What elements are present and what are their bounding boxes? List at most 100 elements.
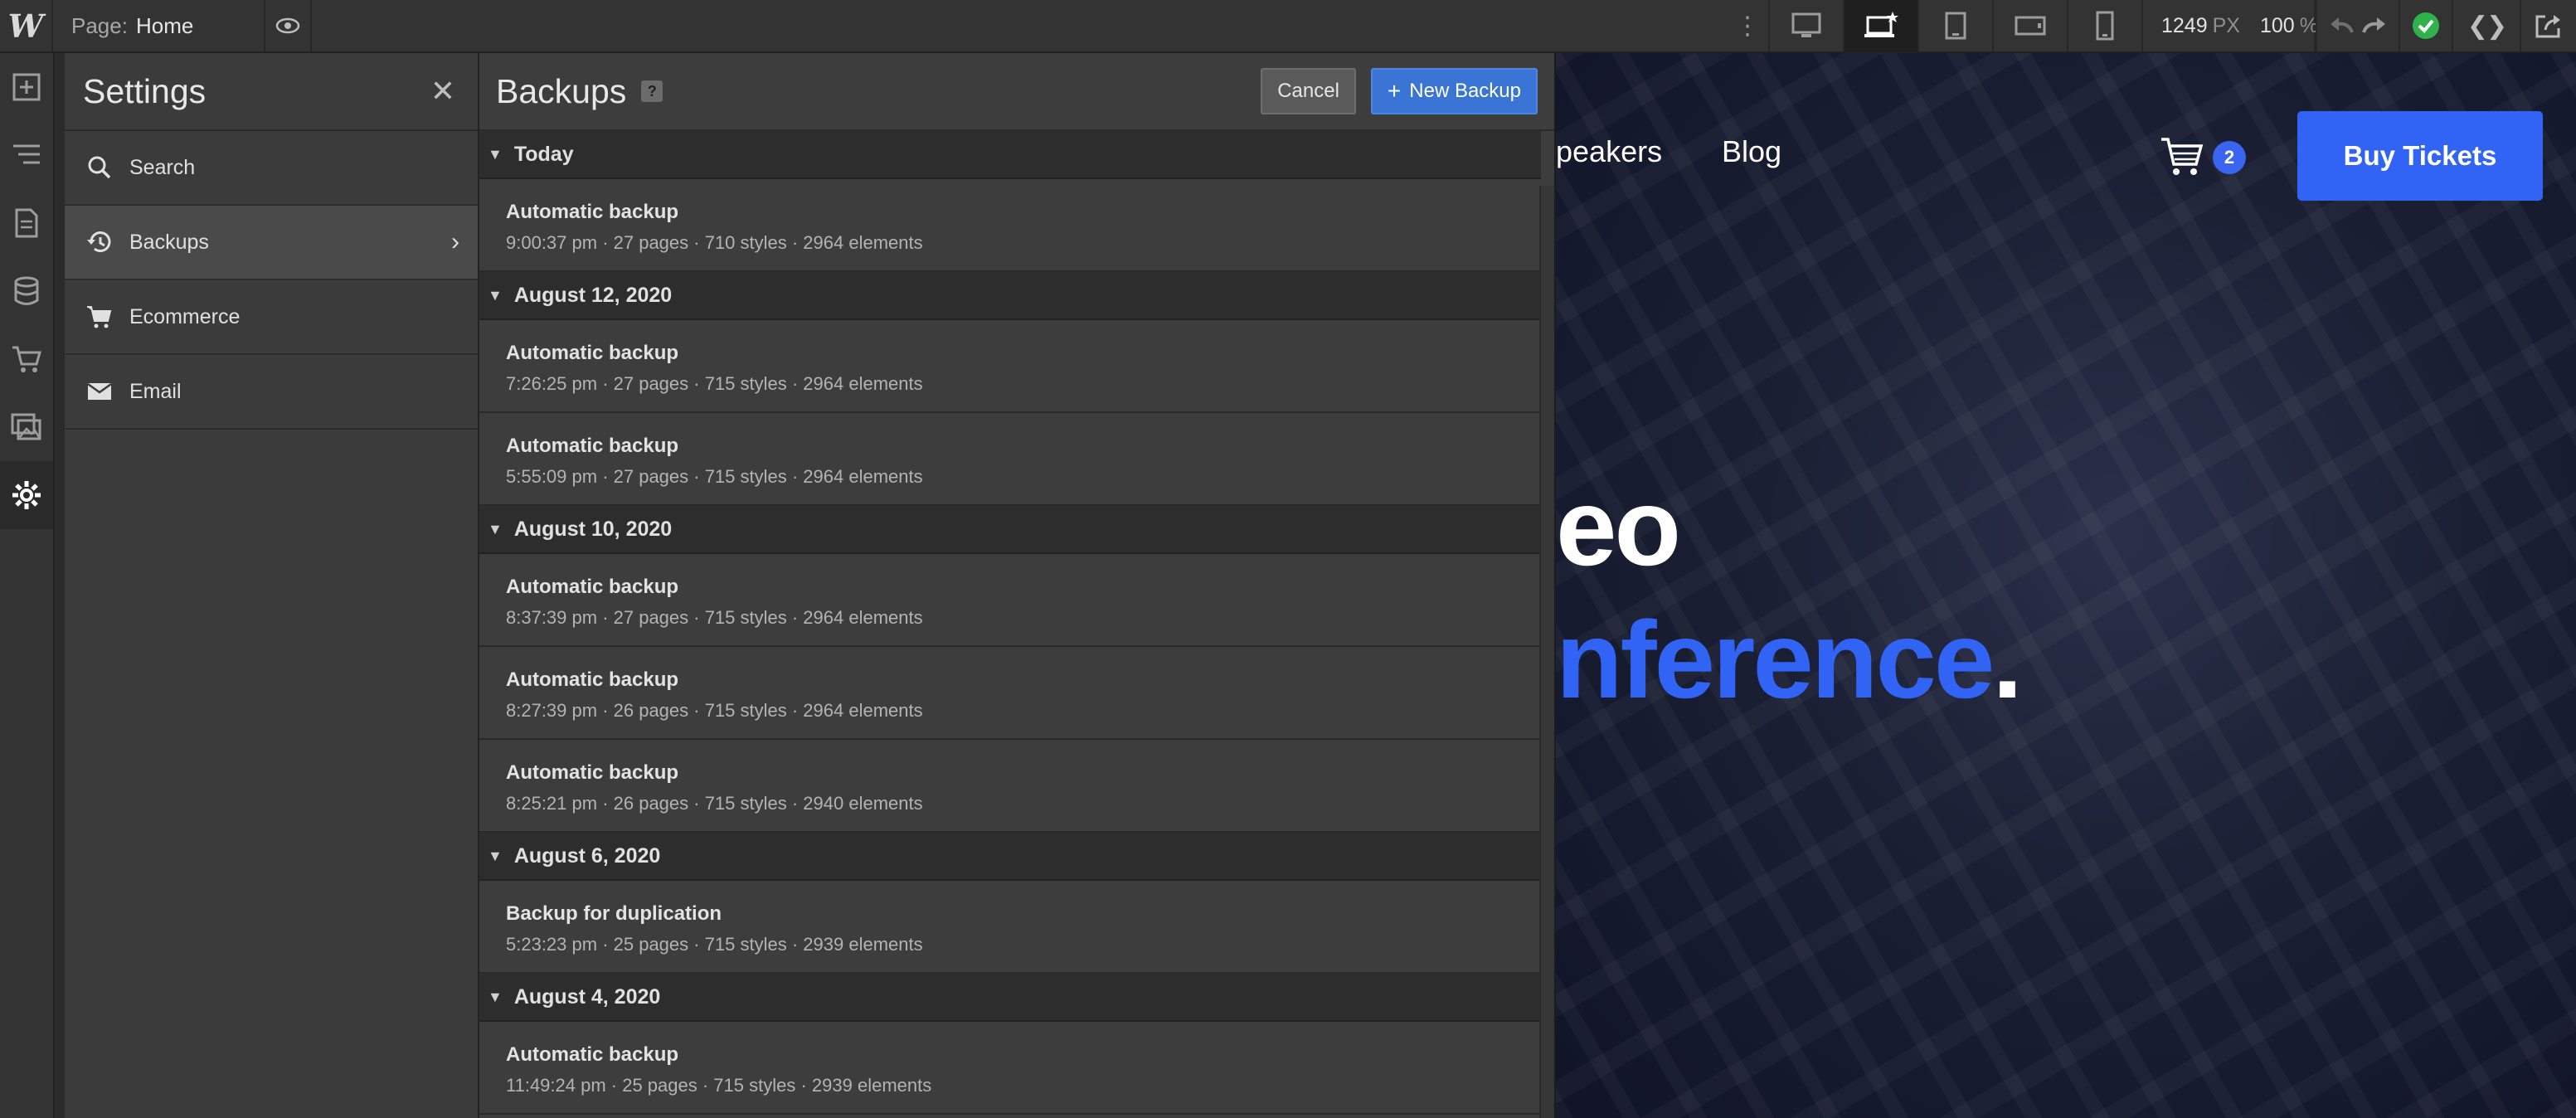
chevron-right-icon: › bbox=[451, 228, 459, 255]
backup-group-header[interactable]: ▼ August 6, 2020 bbox=[479, 833, 1541, 881]
hero-heading-dot: . bbox=[1992, 599, 2023, 721]
backups-panel: Backups ? Cancel + New Backup ▼ Today Aut… bbox=[479, 53, 1556, 1118]
breakpoint-mobile-landscape-icon[interactable] bbox=[1992, 0, 2067, 51]
backup-group-header[interactable]: ▼ August 10, 2020 bbox=[479, 506, 1541, 554]
backup-entry-title: Automatic backup bbox=[506, 201, 679, 223]
backup-group-label: Today bbox=[513, 142, 574, 166]
page-selector-label: Page: bbox=[71, 12, 128, 38]
backup-entry-title: Automatic backup bbox=[506, 761, 679, 784]
backup-entry-title: Backup for duplication bbox=[506, 902, 722, 925]
cms-database-icon[interactable] bbox=[0, 257, 53, 325]
buy-tickets-button[interactable]: Buy Tickets bbox=[2297, 111, 2543, 201]
canvas-dimensions[interactable]: 1249 PX 100 % bbox=[2141, 0, 2318, 51]
backup-entry-meta: 11:49:24 pm · 25 pages · 715 styles · 29… bbox=[506, 1075, 932, 1096]
more-options-icon[interactable]: ⋮ bbox=[1727, 0, 1768, 51]
close-icon[interactable]: ✕ bbox=[426, 74, 459, 109]
settings-item-backups[interactable]: Backups › bbox=[65, 206, 478, 280]
page-selector-value: Home bbox=[135, 12, 194, 38]
code-export-icon[interactable]: ❮❯ bbox=[2452, 0, 2520, 51]
preview-eye-icon[interactable] bbox=[265, 0, 312, 51]
backup-entry[interactable]: Automatic backup 7:26:25 pm · 27 pages ·… bbox=[479, 320, 1541, 413]
webflow-logo[interactable]: W bbox=[0, 0, 53, 51]
caret-down-icon: ▼ bbox=[488, 988, 503, 1005]
backup-entry[interactable]: Automatic backup 8:25:21 pm · 26 pages ·… bbox=[479, 740, 1541, 833]
backup-entry-meta: 7:26:25 pm · 27 pages · 715 styles · 296… bbox=[506, 373, 923, 394]
add-panel-icon[interactable] bbox=[0, 53, 53, 121]
backup-entry-meta: 8:27:39 pm · 26 pages · 715 styles · 296… bbox=[506, 700, 923, 721]
envelope-icon bbox=[85, 377, 114, 406]
backups-title: Backups bbox=[496, 71, 627, 110]
caret-down-icon: ▼ bbox=[488, 847, 503, 864]
cancel-button[interactable]: Cancel bbox=[1261, 68, 1356, 114]
caret-down-icon: ▼ bbox=[488, 520, 503, 537]
new-backup-button[interactable]: + New Backup bbox=[1370, 68, 1538, 114]
backup-entry-title: Automatic backup bbox=[506, 435, 679, 457]
cart-icon bbox=[85, 302, 114, 332]
backups-header-buttons: Cancel + New Backup bbox=[1261, 68, 1538, 114]
topbar-right-tools: ❮❯ bbox=[2316, 0, 2576, 51]
new-backup-label: New Backup bbox=[1409, 80, 1521, 102]
backup-group-label: August 6, 2020 bbox=[513, 843, 661, 868]
canvas-zoom-value: 100 bbox=[2259, 13, 2295, 37]
backup-entry-meta: 9:00:37 pm · 27 pages · 710 styles · 296… bbox=[506, 232, 923, 253]
site-nav-speakers-link[interactable]: peakers bbox=[1556, 134, 1662, 169]
backup-entry-meta: 5:55:09 pm · 27 pages · 715 styles · 296… bbox=[506, 466, 923, 487]
site-cart-icon[interactable] bbox=[2160, 136, 2204, 182]
settings-item-search[interactable]: Search bbox=[65, 131, 478, 206]
navigator-icon[interactable] bbox=[0, 121, 53, 189]
hero-heading-line-2-text: nference bbox=[1556, 599, 1995, 721]
site-nav-blog-link[interactable]: Blog bbox=[1722, 134, 1781, 169]
backup-list-scrollbar[interactable] bbox=[1539, 186, 1554, 1118]
hero-heading-line-1: eo bbox=[1556, 466, 1681, 588]
settings-item-label: Email bbox=[129, 379, 182, 403]
backup-entry-title: Automatic backup bbox=[506, 668, 679, 691]
search-icon bbox=[85, 153, 114, 182]
caret-down-icon: ▼ bbox=[488, 145, 503, 163]
backup-entry-meta: 8:37:39 pm · 27 pages · 715 styles · 296… bbox=[506, 607, 923, 628]
settings-gear-icon[interactable] bbox=[0, 461, 53, 529]
backup-entry[interactable]: Backup for duplication 5:23:23 pm · 25 p… bbox=[479, 881, 1541, 974]
backup-group-label: August 10, 2020 bbox=[513, 517, 673, 541]
design-canvas[interactable]: peakers Blog 2 Buy Tickets eo nference. bbox=[1556, 53, 2576, 1118]
settings-item-label: Ecommerce bbox=[129, 304, 241, 328]
plus-icon: + bbox=[1387, 78, 1402, 104]
backup-entry[interactable]: Automatic backup 9:00:37 pm · 27 pages ·… bbox=[479, 179, 1541, 272]
backup-entry[interactable]: Automatic backup 8:27:39 pm · 26 pages ·… bbox=[479, 647, 1541, 740]
breakpoint-base-laptop-icon[interactable] bbox=[1843, 0, 1917, 51]
caret-down-icon: ▼ bbox=[488, 286, 503, 304]
backup-group-label: August 12, 2020 bbox=[513, 283, 673, 307]
breakpoint-desktop-icon[interactable] bbox=[1768, 0, 1843, 51]
breakpoint-tablet-icon[interactable] bbox=[1917, 0, 1992, 51]
backup-entry[interactable]: Automatic backup 5:55:09 pm · 27 pages ·… bbox=[479, 413, 1541, 506]
backup-group-header[interactable]: ▼ August 4, 2020 bbox=[479, 974, 1541, 1022]
undo-redo-group bbox=[2316, 0, 2399, 51]
backup-group-header[interactable]: ▼ Today bbox=[479, 131, 1541, 179]
breakpoint-mobile-portrait-icon[interactable] bbox=[2067, 0, 2141, 51]
pages-icon[interactable] bbox=[0, 189, 53, 257]
settings-header: Settings ✕ bbox=[65, 53, 478, 131]
backup-entry-meta: 5:23:23 pm · 25 pages · 715 styles · 293… bbox=[506, 934, 923, 955]
redo-icon[interactable] bbox=[2360, 14, 2389, 38]
backup-entry[interactable]: Automatic backup 11:49:24 pm · 25 pages … bbox=[479, 1022, 1541, 1115]
settings-item-email[interactable]: Email bbox=[65, 355, 478, 430]
backup-entry-title: Automatic backup bbox=[506, 1043, 679, 1066]
backup-entry-title: Automatic backup bbox=[506, 342, 679, 364]
undo-icon[interactable] bbox=[2327, 14, 2355, 38]
backup-group-header[interactable]: ▼ August 12, 2020 bbox=[479, 272, 1541, 320]
canvas-width-unit: PX bbox=[2212, 13, 2240, 37]
page-selector[interactable]: Page: Home bbox=[53, 0, 265, 51]
backup-group-label: August 4, 2020 bbox=[513, 984, 661, 1009]
hero-heading-line-2: nference. bbox=[1556, 597, 2023, 722]
assets-images-icon[interactable] bbox=[0, 393, 53, 461]
left-tool-rail bbox=[0, 53, 55, 1118]
cart-count-badge: 2 bbox=[2213, 141, 2246, 174]
share-export-icon[interactable] bbox=[2520, 0, 2576, 51]
settings-item-ecommerce[interactable]: Ecommerce bbox=[65, 280, 478, 355]
backup-entry[interactable]: Automatic backup 8:37:39 pm · 27 pages ·… bbox=[479, 554, 1541, 647]
backup-list: ▼ Today Automatic backup 9:00:37 pm · 27 … bbox=[479, 131, 1541, 1115]
publish-status-check-icon[interactable] bbox=[2399, 0, 2452, 51]
settings-item-label: Search bbox=[129, 155, 196, 179]
ecommerce-cart-icon[interactable] bbox=[0, 325, 53, 393]
help-icon[interactable]: ? bbox=[641, 80, 663, 102]
